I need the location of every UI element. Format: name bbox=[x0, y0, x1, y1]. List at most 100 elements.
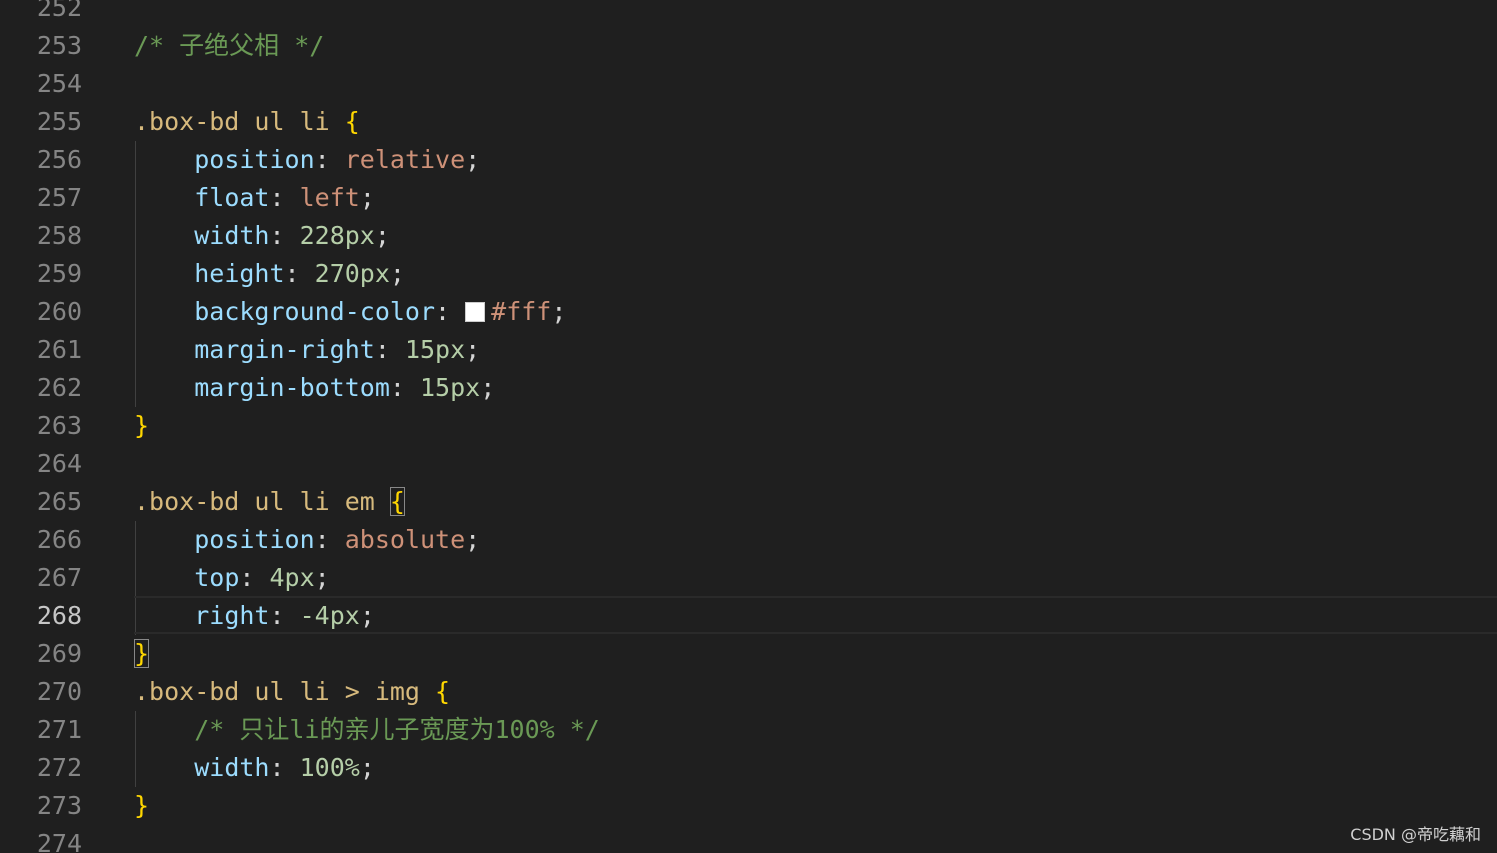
token-punc: ; bbox=[465, 525, 481, 554]
line-number: 266 bbox=[36, 525, 82, 554]
code-line-258[interactable]: 258 width: 228px; bbox=[0, 217, 1497, 255]
color-swatch-icon[interactable] bbox=[465, 302, 486, 322]
token-num: 15px bbox=[420, 373, 481, 402]
token-punc bbox=[134, 563, 194, 592]
code-text: /* 子绝父相 */ bbox=[134, 27, 324, 65]
code-line-267[interactable]: 267 top: 4px; bbox=[0, 559, 1497, 597]
token-punc: : bbox=[239, 563, 270, 592]
code-text: background-color: #fff; bbox=[134, 293, 566, 331]
token-num: 4px bbox=[269, 563, 315, 592]
line-number: 261 bbox=[36, 335, 82, 364]
token-punc: ; bbox=[389, 259, 405, 288]
token-num: 270px bbox=[314, 259, 390, 288]
line-number: 255 bbox=[36, 107, 82, 136]
token-punc bbox=[134, 183, 194, 212]
code-text: top: 4px; bbox=[134, 559, 329, 597]
code-line-252[interactable]: 252 bbox=[0, 0, 1497, 27]
token-brace: } bbox=[134, 411, 150, 440]
token-punc: ; bbox=[359, 753, 375, 782]
token-punc bbox=[134, 145, 194, 174]
code-line-263[interactable]: 263} bbox=[0, 407, 1497, 445]
code-line-257[interactable]: 257 float: left; bbox=[0, 179, 1497, 217]
token-punc: : bbox=[389, 373, 420, 402]
code-text: } bbox=[134, 407, 149, 445]
token-punc bbox=[134, 335, 194, 364]
token-prop: position bbox=[194, 145, 315, 174]
code-editor[interactable]: 252 253/* 子绝父相 */254 255 .box-bd ul li {256… bbox=[0, 0, 1497, 853]
line-number: 260 bbox=[36, 297, 82, 326]
line-number: 262 bbox=[36, 373, 82, 402]
token-punc: : bbox=[269, 183, 300, 212]
token-punc bbox=[134, 373, 194, 402]
line-number: 268 bbox=[36, 601, 82, 630]
code-text: .box-bd ul li em { bbox=[134, 483, 405, 521]
code-line-255[interactable]: 255 .box-bd ul li { bbox=[0, 103, 1497, 141]
token-punc bbox=[134, 221, 194, 250]
token-punc: : bbox=[435, 297, 466, 326]
line-number: 256 bbox=[36, 145, 82, 174]
token-punc bbox=[134, 297, 194, 326]
code-line-271[interactable]: 271 /* 只让li的亲儿子宽度为100% */ bbox=[0, 711, 1497, 749]
code-line-259[interactable]: 259 height: 270px; bbox=[0, 255, 1497, 293]
code-text: margin-right: 15px; bbox=[134, 331, 480, 369]
code-line-264[interactable]: 264 bbox=[0, 445, 1497, 483]
watermark: CSDN @帝吃藕和 bbox=[1350, 825, 1481, 844]
token-punc: : bbox=[374, 335, 405, 364]
code-line-270[interactable]: 270 .box-bd ul li > img { bbox=[0, 673, 1497, 711]
code-text: .box-bd ul li > img { bbox=[134, 673, 450, 711]
code-line-274[interactable]: 274 bbox=[0, 825, 1497, 853]
line-number: 273 bbox=[36, 791, 82, 820]
token-sel: .box-bd ul li bbox=[134, 107, 345, 136]
token-prop: position bbox=[194, 525, 315, 554]
token-punc bbox=[134, 753, 194, 782]
token-prop: width bbox=[194, 221, 270, 250]
token-val: #fff bbox=[491, 297, 552, 326]
token-punc bbox=[134, 715, 194, 744]
token-punc: : bbox=[284, 259, 315, 288]
code-line-269[interactable]: 269} bbox=[0, 635, 1497, 673]
code-line-265[interactable]: 265 .box-bd ul li em { bbox=[0, 483, 1497, 521]
token-punc: ; bbox=[359, 183, 375, 212]
token-punc bbox=[134, 259, 194, 288]
line-number: 263 bbox=[36, 411, 82, 440]
token-punc: ; bbox=[359, 601, 375, 630]
code-text: width: 100%; bbox=[134, 749, 375, 787]
code-text: .box-bd ul li { bbox=[134, 103, 360, 141]
code-line-273[interactable]: 273} bbox=[0, 787, 1497, 825]
line-number: 254 bbox=[36, 69, 82, 98]
token-sel: .box-bd ul li em bbox=[134, 487, 390, 516]
token-punc: ; bbox=[551, 297, 567, 326]
code-line-261[interactable]: 261 margin-right: 15px; bbox=[0, 331, 1497, 369]
token-comment: /* 子绝父相 */ bbox=[134, 31, 325, 60]
token-punc: ; bbox=[465, 335, 481, 364]
code-line-272[interactable]: 272 width: 100%; bbox=[0, 749, 1497, 787]
token-prop: margin-right bbox=[194, 335, 375, 364]
code-text: position: absolute; bbox=[134, 521, 480, 559]
token-prop: margin-bottom bbox=[194, 373, 390, 402]
token-num: 228px bbox=[299, 221, 375, 250]
token-prop: width bbox=[194, 753, 270, 782]
code-line-256[interactable]: 256 position: relative; bbox=[0, 141, 1497, 179]
code-text: position: relative; bbox=[134, 141, 480, 179]
token-punc: ; bbox=[374, 221, 390, 250]
matched-bracket: { bbox=[389, 487, 405, 516]
token-prop: height bbox=[194, 259, 285, 288]
code-line-268[interactable]: 268 right: -4px; bbox=[0, 596, 1497, 635]
token-sel: .box-bd ul li > img bbox=[134, 677, 436, 706]
token-punc: : bbox=[314, 525, 345, 554]
code-text: } bbox=[134, 787, 149, 825]
token-punc: : bbox=[269, 753, 300, 782]
code-text: /* 只让li的亲儿子宽度为100% */ bbox=[134, 711, 600, 749]
token-punc: : bbox=[269, 601, 300, 630]
code-line-266[interactable]: 266 position: absolute; bbox=[0, 521, 1497, 559]
token-punc: : bbox=[314, 145, 345, 174]
code-line-262[interactable]: 262 margin-bottom: 15px; bbox=[0, 369, 1497, 407]
token-prop: top bbox=[194, 563, 240, 592]
code-line-260[interactable]: 260 background-color: #fff; bbox=[0, 293, 1497, 331]
matched-bracket: } bbox=[134, 639, 150, 668]
line-number: 271 bbox=[36, 715, 82, 744]
code-line-253[interactable]: 253 /* 子绝父相 */ bbox=[0, 27, 1497, 65]
token-num: 100% bbox=[299, 753, 360, 782]
line-number: 259 bbox=[36, 259, 82, 288]
code-line-254[interactable]: 254 bbox=[0, 65, 1497, 103]
